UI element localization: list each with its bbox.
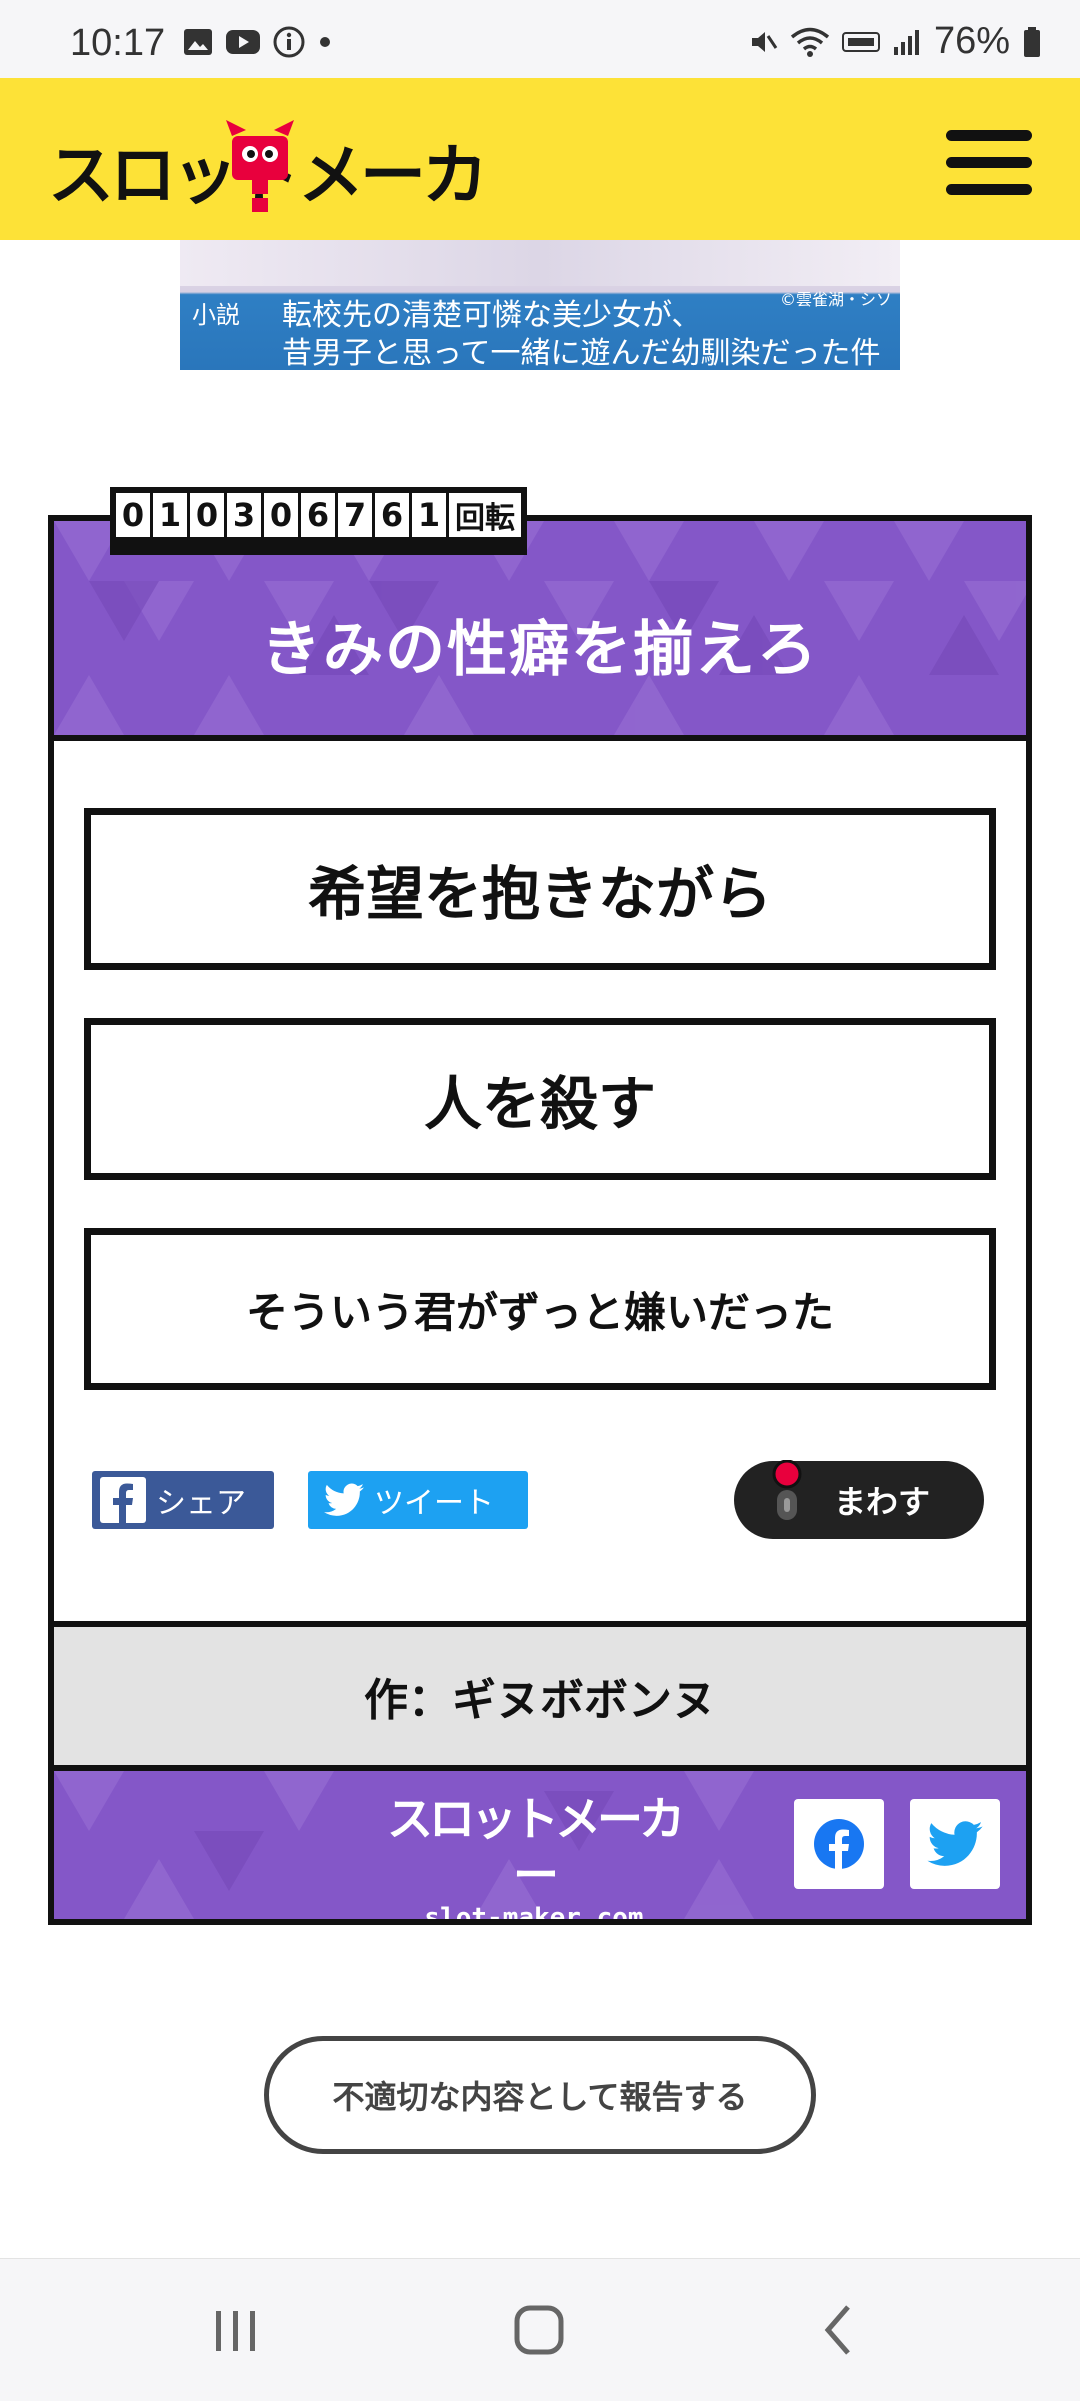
lever-icon: [772, 1460, 802, 1520]
counter-digit: 6: [301, 493, 335, 537]
counter-digit: 0: [116, 493, 150, 537]
counter-unit: 回転: [449, 493, 521, 537]
counter-digit: 7: [338, 493, 372, 537]
counter-digit: 0: [264, 493, 298, 537]
report-button[interactable]: 不適切な内容として報告する: [264, 2036, 816, 2154]
menu-bar-icon: [946, 130, 1032, 141]
footer-facebook-button[interactable]: [794, 1799, 884, 1889]
reel-2[interactable]: 人を殺す: [84, 1018, 996, 1180]
ad-credit: ©雲雀湖・シソ: [779, 290, 892, 309]
system-nav-bar: [0, 2258, 1080, 2401]
facebook-icon: [100, 1477, 146, 1523]
twitter-icon: [324, 1483, 364, 1516]
svg-text:メーカー: メーカー: [298, 137, 488, 214]
dot-icon: [320, 37, 330, 47]
facebook-share-label: シェア: [156, 1486, 246, 1521]
spin-button[interactable]: まわす: [734, 1460, 984, 1539]
footer-url: slot-maker.com: [424, 1903, 644, 1919]
battery-percent: 76%: [933, 20, 1010, 62]
menu-bar-icon: [946, 184, 1032, 195]
volte-icon: [841, 31, 880, 52]
ad-illustration: [180, 240, 900, 286]
counter-digit: 1: [153, 493, 187, 537]
spin-counter: 0 1 0 3 0 6 7 6 1 回転: [110, 487, 527, 555]
counter-digit: 3: [227, 493, 261, 537]
spin-label: まわす: [834, 1483, 931, 1521]
slot-title: きみの性癖を揃えろ: [261, 615, 819, 685]
facebook-share-button[interactable]: シェア: [92, 1471, 274, 1529]
back-button[interactable]: [800, 2299, 880, 2359]
twitter-share-label: ツイート: [374, 1486, 494, 1521]
counter-digit: 6: [375, 493, 409, 537]
home-icon: [514, 2305, 564, 2355]
site-logo[interactable]: スロット メーカー: [48, 116, 488, 216]
footer-twitter-button[interactable]: [910, 1799, 1000, 1889]
recent-apps-icon: [216, 2311, 255, 2351]
info-icon: [273, 26, 305, 58]
slot-card: 0 1 0 3 0 6 7 6 1 回転 きみの性癖を揃えろ 希望を抱きながら …: [48, 487, 1032, 1925]
status-bar: 10:17 76%: [0, 0, 1080, 78]
menu-bar-icon: [946, 157, 1032, 168]
reel-3[interactable]: そういう君がずっと嫌いだった: [84, 1228, 996, 1390]
twitter-icon: [927, 1821, 983, 1866]
gallery-icon: [184, 29, 212, 55]
system-icons: 76%: [748, 20, 1042, 63]
home-button[interactable]: [500, 2299, 580, 2359]
wifi-icon: [790, 27, 830, 57]
recent-apps-button[interactable]: [196, 2299, 276, 2359]
slot-footer: スロットメーカー slot-maker.com: [54, 1771, 1026, 1919]
youtube-icon: [226, 30, 260, 54]
author-credit: 作：ギヌボボンヌ: [54, 1621, 1026, 1771]
ad-text-line2: 昔男子と思って一緒に遊んだ幼馴染だった件: [282, 336, 881, 370]
hamburger-menu-button[interactable]: [946, 130, 1032, 195]
status-time: 10:17: [70, 22, 166, 64]
ad-banner[interactable]: 小説 ©雲雀湖・シソ 転校先の清楚可憐な美少女が、 昔男子と思って一緒に遊んだ幼…: [180, 240, 900, 370]
facebook-icon: [814, 1819, 864, 1870]
reel-1[interactable]: 希望を抱きながら: [84, 808, 996, 970]
counter-digit: 0: [190, 493, 224, 537]
footer-logo-text: スロットメーカー: [387, 1792, 685, 1902]
back-icon: [824, 2305, 850, 2355]
twitter-share-button[interactable]: ツイート: [308, 1471, 528, 1529]
signal-icon: [893, 29, 919, 55]
mute-icon: [751, 31, 778, 52]
ad-tag: 小説: [192, 301, 240, 329]
site-header: スロット メーカー: [0, 78, 1080, 240]
notification-icons: [183, 26, 333, 58]
footer-logo[interactable]: スロットメーカー slot-maker.com: [384, 1791, 685, 1919]
counter-digit: 1: [412, 493, 446, 537]
battery-icon: [1024, 26, 1040, 57]
